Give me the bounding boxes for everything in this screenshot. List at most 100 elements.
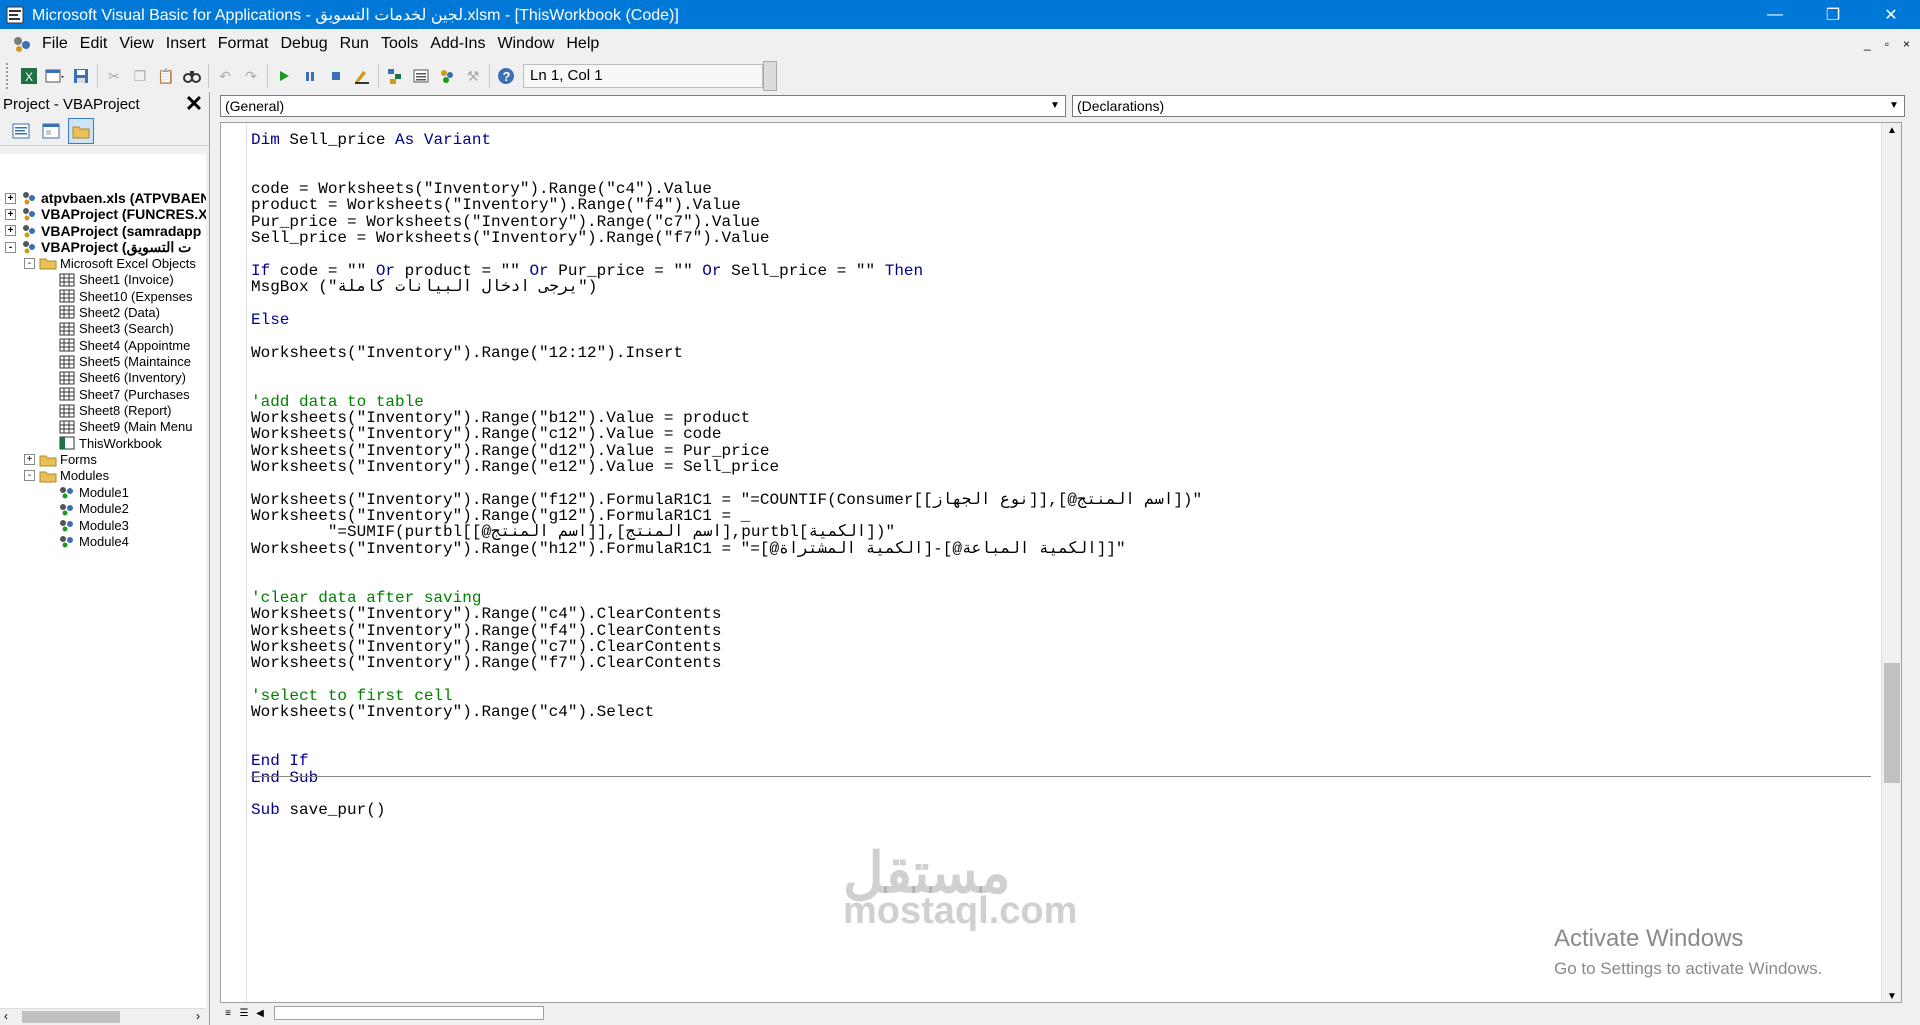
project-horizontal-scrollbar[interactable]: ‹ › (0, 1008, 206, 1025)
menu-file[interactable]: File (36, 29, 74, 59)
project-tree: + atpvbaen.xls (ATPVBAEN + VBAProject (FUNC… (0, 154, 206, 1010)
vba-editor-window: Microsoft Visual Basic for Applications … (0, 0, 1920, 1025)
chevron-down-icon[interactable]: ▼ (1047, 98, 1063, 114)
excel-vba-app-icon[interactable] (4, 4, 26, 26)
code-line[interactable]: Worksheets("Inventory").Range("h12").For… (251, 539, 1126, 559)
code-window: (General) ▼ (Declarations) ▼ Dim Sell_pr… (214, 92, 1920, 1025)
expand-icon[interactable]: + (5, 208, 16, 220)
tree-node-label: Module1 (79, 484, 129, 500)
code-line[interactable]: Else (251, 310, 289, 330)
scroll-down-icon[interactable]: ▼ (1887, 991, 1897, 1002)
tree-node[interactable]: Module4 (43, 531, 129, 551)
close-icon[interactable]: ✕ (183, 91, 205, 116)
procedure-combobox[interactable]: (Declarations) ▼ (1072, 95, 1905, 117)
object-browser-icon[interactable] (434, 63, 460, 89)
code-line[interactable]: Sub save_pur() (251, 800, 385, 820)
find-icon[interactable] (179, 63, 205, 89)
mdi-controls: _ ▫ × (1864, 37, 1910, 51)
menu-add-ins[interactable]: Add-Ins (424, 29, 491, 59)
activate-windows-subtitle: Go to Settings to activate Windows. (1554, 959, 1823, 978)
tree-node-label: Module3 (79, 517, 129, 533)
tree-node-label: Sheet5 (Maintaince (79, 354, 192, 369)
toggle-folders-icon[interactable] (68, 117, 94, 144)
toolbar-overflow-handle[interactable] (763, 61, 777, 91)
code-line[interactable]: MsgBox ("يرجى ادخال البيانات كاملة") (251, 277, 597, 297)
design-mode-icon[interactable] (349, 63, 375, 89)
code-line[interactable]: Worksheets("Inventory").Range("12:12").I… (251, 343, 683, 363)
tree-node-label: Sheet4 (Appointme (79, 337, 191, 353)
tree-node-label: Sheet1 (Invoice) (79, 272, 174, 288)
menu-insert[interactable]: Insert (160, 29, 212, 59)
help-icon[interactable]: ? (493, 63, 519, 89)
menu-debug[interactable]: Debug (274, 29, 333, 59)
project-explorer-header: Project - VBAProject ✕ (0, 91, 209, 116)
vba-icon[interactable] (8, 30, 36, 58)
cut-icon[interactable]: ✂ (101, 63, 127, 89)
insert-userform-icon[interactable] (42, 63, 68, 89)
break-icon[interactable] (297, 63, 323, 89)
collapse-icon[interactable]: - (24, 470, 35, 482)
code-editor[interactable]: Dim Sell_price As Variant code = Workshee… (220, 122, 1902, 1003)
save-icon[interactable] (68, 63, 94, 89)
paste-icon[interactable]: 📋 (153, 63, 179, 89)
menu-view[interactable]: View (113, 29, 159, 59)
toolbar-grip[interactable] (6, 63, 10, 89)
view-object-icon[interactable] (38, 118, 64, 144)
scroll-up-icon[interactable]: ▲ (1887, 125, 1897, 136)
tree-node-label: ThisWorkbook (79, 435, 162, 451)
restore-button[interactable]: ❐ (1804, 0, 1862, 29)
mdi-close-button[interactable]: × (1903, 37, 1910, 51)
menu-edit[interactable]: Edit (74, 29, 114, 59)
code-line[interactable]: Worksheets("Inventory").Range("e12").Val… (251, 457, 779, 477)
full-module-view-icon[interactable]: ☰ (236, 1005, 252, 1021)
code-line[interactable]: Worksheets("Inventory").Range("c4").Sele… (251, 702, 654, 722)
project-explorer-pane: Project - VBAProject ✕ + atpvbaen.xls (AT… (0, 91, 210, 1025)
run-icon[interactable] (271, 63, 297, 89)
tree-node-label: Sheet8 (Report) (79, 403, 172, 419)
menu-help[interactable]: Help (560, 29, 605, 59)
undo-icon[interactable]: ↶ (212, 63, 238, 89)
procedure-view-icon[interactable]: ≡ (220, 1005, 236, 1021)
mdi-restore-button[interactable]: ▫ (1885, 37, 1889, 51)
properties-window-icon[interactable] (408, 63, 434, 89)
scroll-left-icon[interactable]: ◀ (252, 1005, 268, 1021)
scroll-left-icon[interactable]: ‹ (4, 1009, 8, 1023)
copy-icon[interactable]: ❐ (127, 63, 153, 89)
toolbar-separator (97, 64, 98, 88)
chevron-down-icon[interactable]: ▼ (1886, 98, 1902, 114)
collapse-icon[interactable]: - (5, 241, 16, 253)
object-combobox-value: (General) (225, 98, 285, 114)
object-combobox[interactable]: (General) ▼ (220, 95, 1066, 117)
code-line[interactable]: Worksheets("Inventory").Range("f7").Clea… (251, 653, 721, 673)
mdi-minimize-button[interactable]: _ (1864, 37, 1871, 51)
code-line[interactable]: Sell_price = Worksheets("Inventory").Ran… (251, 228, 769, 248)
toolbox-icon[interactable]: ⚒ (460, 63, 486, 89)
minimize-button[interactable]: — (1746, 0, 1804, 29)
project-explorer-icon[interactable] (382, 63, 408, 89)
code-line[interactable]: End Sub (251, 768, 318, 788)
menu-format[interactable]: Format (212, 29, 275, 59)
expand-icon[interactable]: + (24, 454, 35, 466)
code-line[interactable]: Dim Sell_price As Variant (251, 130, 491, 150)
svg-text:?: ? (503, 69, 511, 84)
tree-node-label: Modules (60, 468, 110, 484)
margin-indicator-bar[interactable] (221, 123, 247, 1002)
view-excel-icon[interactable]: X (16, 63, 42, 89)
expand-icon[interactable]: + (5, 225, 16, 237)
redo-icon[interactable]: ↷ (238, 63, 264, 89)
scrollbar-thumb[interactable] (1884, 663, 1900, 783)
menu-run[interactable]: Run (334, 29, 375, 59)
menu-tools[interactable]: Tools (375, 29, 424, 59)
collapse-icon[interactable]: - (24, 257, 35, 269)
close-button[interactable]: ✕ (1862, 0, 1920, 29)
code-vertical-scrollbar[interactable]: ▲ ▼ (1881, 123, 1901, 1002)
horizontal-scrollbar-thumb[interactable] (274, 1006, 544, 1020)
tree-node-label: Sheet3 (Search) (79, 321, 174, 337)
reset-icon[interactable] (323, 63, 349, 89)
scroll-right-icon[interactable]: › (196, 1009, 200, 1023)
menu-window[interactable]: Window (491, 29, 560, 59)
scrollbar-thumb[interactable] (22, 1011, 120, 1023)
view-code-icon[interactable] (8, 118, 34, 144)
expand-icon[interactable]: + (5, 192, 16, 204)
svg-text:X: X (25, 70, 33, 84)
